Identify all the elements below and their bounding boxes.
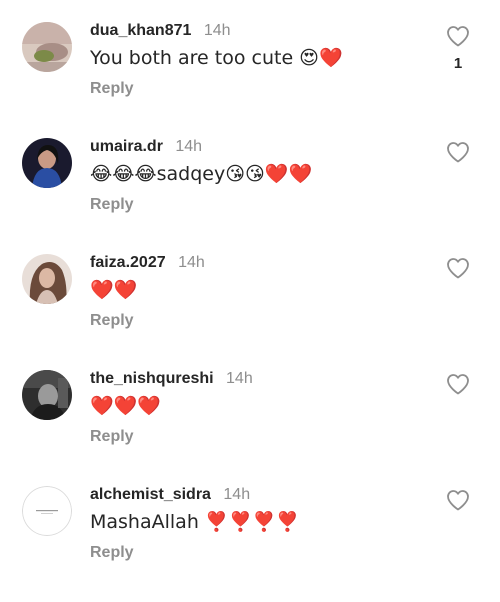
reply-button[interactable]: Reply — [90, 80, 134, 98]
comment-meta: the_nishqureshi 14h — [90, 370, 253, 392]
like-heart-icon[interactable] — [446, 489, 470, 511]
comment-text: ❤️❤️ — [90, 279, 138, 301]
username-link[interactable]: the_nishqureshi — [90, 370, 214, 387]
comments-list: dua_khan871 14h You both are too cute 😍❤… — [0, 0, 500, 580]
timestamp: 14h — [175, 138, 203, 155]
reply-button[interactable]: Reply — [90, 196, 134, 214]
username-link[interactable]: umaira.dr — [90, 138, 163, 155]
like-heart-icon[interactable] — [446, 25, 470, 47]
comment-meta: alchemist_sidra 14h — [90, 486, 250, 508]
like-heart-icon[interactable] — [446, 141, 470, 163]
avatar[interactable] — [22, 254, 72, 304]
reply-button[interactable]: Reply — [90, 544, 134, 562]
like-heart-icon[interactable] — [446, 257, 470, 279]
avatar[interactable] — [22, 486, 72, 536]
comment-meta: umaira.dr 14h — [90, 138, 202, 160]
avatar[interactable] — [22, 138, 72, 188]
timestamp: 14h — [223, 486, 251, 503]
comment-item: faiza.2027 14h ❤️❤️ Reply — [0, 254, 500, 370]
comment-item: umaira.dr 14h 😂😂😂sadqey😘😘❤️❤️ Reply — [0, 138, 500, 254]
timestamp: 14h — [226, 370, 253, 387]
comment-meta: faiza.2027 14h — [90, 254, 205, 276]
reply-button[interactable]: Reply — [90, 312, 134, 330]
reply-button[interactable]: Reply — [90, 428, 134, 446]
username-link[interactable]: faiza.2027 — [90, 254, 166, 271]
comment-item: alchemist_sidra 14h MashaAllah ❣️❣️❣️❣️ … — [0, 486, 500, 602]
avatar[interactable] — [22, 370, 72, 420]
comment-item: the_nishqureshi 14h ❤️❤️❤️ Reply — [0, 370, 500, 486]
comment-text: 😂😂😂sadqey😘😘❤️❤️ — [90, 163, 313, 185]
comment-text: You both are too cute 😍❤️ — [90, 47, 343, 69]
comment-item: dua_khan871 14h You both are too cute 😍❤… — [0, 22, 500, 138]
like-count: 1 — [453, 55, 463, 72]
timestamp: 14h — [203, 22, 231, 39]
avatar[interactable] — [22, 22, 72, 72]
like-heart-icon[interactable] — [446, 373, 470, 395]
comment-text: ❤️❤️❤️ — [90, 395, 161, 417]
timestamp: 14h — [178, 254, 205, 271]
comment-text: MashaAllah ❣️❣️❣️❣️ — [90, 511, 300, 533]
username-link[interactable]: dua_khan871 — [90, 22, 191, 39]
username-link[interactable]: alchemist_sidra — [90, 486, 211, 503]
comment-meta: dua_khan871 14h — [90, 22, 231, 44]
